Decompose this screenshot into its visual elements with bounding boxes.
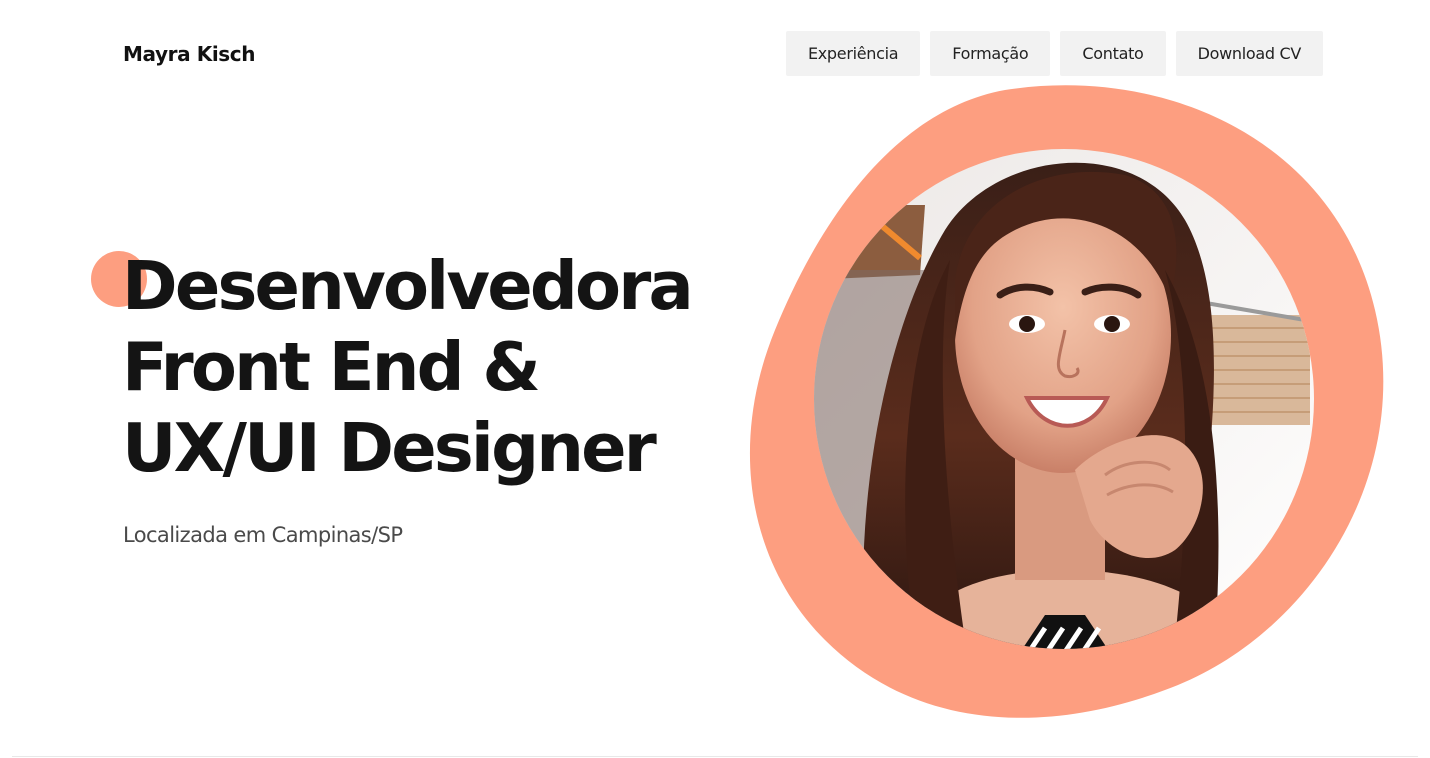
nav-experiencia-button[interactable]: Experiência — [785, 31, 921, 76]
hero-headline: Desenvolvedora Front End & UX/UI Designe… — [122, 246, 694, 489]
download-cv-button[interactable]: Download CV — [1175, 31, 1323, 76]
main-nav: Experiência Formação Contato Download CV — [785, 31, 1323, 76]
profile-photo — [749, 85, 1384, 718]
brand-logo[interactable]: Mayra Kisch — [123, 40, 256, 68]
headline-line: Front End & — [122, 328, 541, 406]
nav-formacao-button[interactable]: Formação — [930, 31, 1051, 76]
headline-line: Desenvolvedora — [122, 247, 694, 325]
location-text: Localizada em Campinas/SP — [123, 523, 403, 547]
headline-line: UX/UI Designer — [122, 409, 657, 487]
nav-contato-button[interactable]: Contato — [1060, 31, 1166, 76]
section-divider — [12, 756, 1418, 757]
